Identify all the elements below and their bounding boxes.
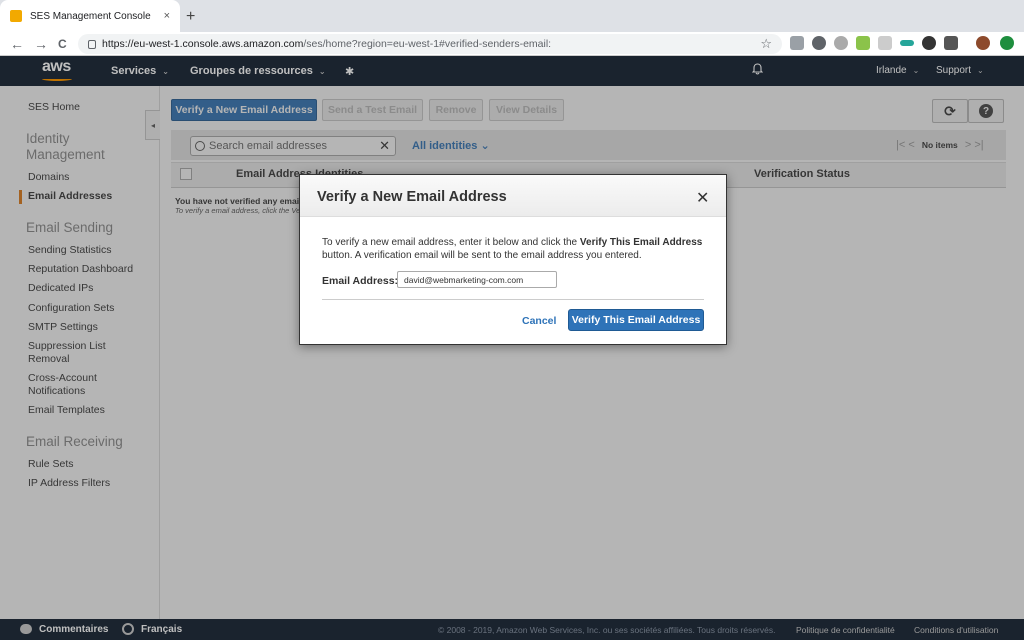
new-tab-button[interactable]: + xyxy=(186,8,195,26)
extension-icon[interactable] xyxy=(922,36,936,50)
email-field[interactable] xyxy=(397,271,557,288)
cancel-button[interactable]: Cancel xyxy=(522,315,556,327)
back-icon[interactable]: ← xyxy=(10,36,24,52)
divider xyxy=(322,299,704,300)
verify-email-dialog: Verify a New Email Address ✕ To verify a… xyxy=(299,174,727,345)
extension-icon[interactable] xyxy=(944,36,958,50)
address-bar: ← → C https://eu-west-1.console.aws.amaz… xyxy=(0,32,1024,56)
extension-icon[interactable] xyxy=(790,36,804,50)
extension-icon[interactable] xyxy=(900,40,914,46)
tab-close-icon[interactable]: × xyxy=(164,10,170,22)
extension-icon[interactable] xyxy=(812,36,826,50)
extension-icon[interactable] xyxy=(1000,36,1014,50)
profile-avatar[interactable] xyxy=(976,36,990,50)
modal-backdrop[interactable] xyxy=(0,86,1024,619)
browser-tab[interactable]: SES Management Console × xyxy=(0,0,180,32)
tab-title: SES Management Console xyxy=(30,10,151,22)
url-path: /ses/home?region=eu-west-1#verified-send… xyxy=(303,38,552,50)
dialog-description: To verify a new email address, enter it … xyxy=(322,237,703,261)
modal-backdrop-header xyxy=(0,56,1024,86)
modal-backdrop-footer xyxy=(0,619,1024,640)
dialog-title: Verify a New Email Address xyxy=(317,189,507,205)
reload-icon[interactable]: C xyxy=(58,37,67,51)
close-icon[interactable]: ✕ xyxy=(696,188,709,208)
lock-icon xyxy=(88,39,96,49)
forward-icon[interactable]: → xyxy=(34,36,48,52)
url-field[interactable]: https://eu-west-1.console.aws.amazon.com… xyxy=(78,34,782,54)
email-field-label: Email Address: xyxy=(322,275,399,287)
dialog-header: Verify a New Email Address ✕ xyxy=(300,175,726,217)
extension-icon[interactable] xyxy=(856,36,870,50)
verify-email-button[interactable]: Verify This Email Address xyxy=(568,309,704,331)
extension-icon[interactable] xyxy=(878,36,892,50)
aws-favicon-icon xyxy=(10,10,22,22)
browser-tabbar: SES Management Console × + xyxy=(0,0,1024,32)
extension-icon[interactable] xyxy=(834,36,848,50)
url-host: https://eu-west-1.console.aws.amazon.com xyxy=(102,38,304,50)
bookmark-star-icon[interactable]: ☆ xyxy=(760,36,772,52)
